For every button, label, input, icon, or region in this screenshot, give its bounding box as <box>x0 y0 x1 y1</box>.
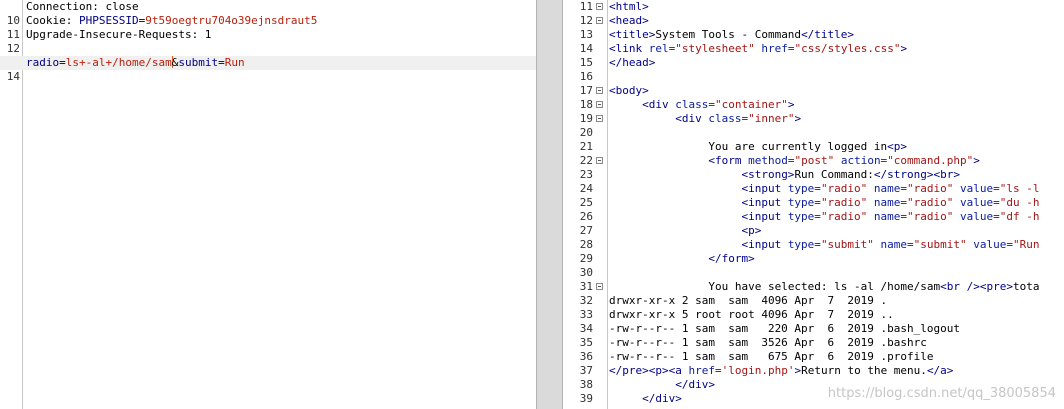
response-line: 32 drwxr-xr-x 2 sam sam 4096 Apr 7 2019 . <box>563 294 1064 308</box>
line-number: 37 <box>579 364 593 377</box>
response-line: 27 <p> <box>563 224 1064 238</box>
response-line: 24 <input type="radio" name="radio" valu… <box>563 182 1064 196</box>
response-line: 20 <box>563 126 1064 140</box>
response-line: 12 <head> <box>563 14 1064 28</box>
cookie-header: Cookie: <box>26 14 79 27</box>
request-lines: 10 Connection: close 11 Cookie: PHPSESSI… <box>0 0 536 83</box>
line-number: 21 <box>579 140 593 153</box>
response-line: 13 <title>System Tools - Command</title> <box>563 28 1064 42</box>
pane-splitter[interactable] <box>536 0 563 409</box>
ls-output-line: -rw-r--r-- 1 sam sam 220 Apr 6 2019 .bas… <box>609 322 960 335</box>
fold-toggle-icon[interactable] <box>596 3 603 10</box>
line-number: 31 <box>579 280 593 293</box>
request-text[interactable]: Connection: close <box>26 0 139 14</box>
line-number: 33 <box>579 308 593 321</box>
param-submit-name: submit <box>178 56 219 69</box>
line-number: 27 <box>579 224 593 237</box>
response-line: 36 -rw-r--r-- 1 sam sam 675 Apr 6 2019 .p… <box>563 350 1064 364</box>
response-line: 23 <strong>Run Command:</strong><br> <box>563 168 1064 182</box>
response-line: 15 </head> <box>563 56 1064 70</box>
fold-toggle-icon[interactable] <box>596 101 603 108</box>
line-number: 22 <box>579 154 593 167</box>
line-number: 23 <box>579 168 593 181</box>
request-line: 10 Connection: close <box>0 0 536 27</box>
response-line: 17 <body> <box>563 84 1064 98</box>
response-line: 14 <link rel="stylesheet" href="css/style… <box>563 42 1064 56</box>
response-line: 30 <box>563 266 1064 280</box>
line-number: 17 <box>579 84 593 97</box>
request-body[interactable]: radio=ls+-al+/home/sam&submit=Run <box>26 56 245 70</box>
request-line: 13 <box>0 42 536 69</box>
line-number: 11 <box>579 0 593 13</box>
param-submit-value: Run <box>224 56 245 69</box>
response-line: 29 </form> <box>563 252 1064 266</box>
line-number: 28 <box>579 238 593 251</box>
line-number: 20 <box>579 126 593 139</box>
response-line: 31 You have selected: ls -al /home/sam<b… <box>563 280 1064 294</box>
param-radio-name: radio <box>26 56 60 69</box>
response-line: 25 <input type="radio" name="radio" valu… <box>563 196 1064 210</box>
response-line: 34 -rw-r--r-- 1 sam sam 220 Apr 6 2019 .b… <box>563 322 1064 336</box>
request-line: 11 Cookie: PHPSESSID=9t59oegtru704o39ejn… <box>0 14 536 41</box>
fold-toggle-icon[interactable] <box>596 17 603 24</box>
request-line: 12 Upgrade-Insecure-Requests: 1 <box>0 28 536 55</box>
response-line: 18 <div class="container"> <box>563 98 1064 112</box>
line-number: 39 <box>579 392 593 405</box>
response-line: 37 </pre><p><a href='login.php'>Return to… <box>563 364 1064 378</box>
fold-toggle-icon[interactable] <box>596 157 603 164</box>
line-number: 15 <box>579 56 593 69</box>
fold-toggle-icon[interactable] <box>596 283 603 290</box>
response-line: 21 You are currently logged in<p> <box>563 140 1064 154</box>
line-number: 35 <box>579 336 593 349</box>
response-lines: 11 <html> 12 <head> 13 <title>System Tools … <box>563 0 1064 406</box>
response-line: 35 -rw-r--r-- 1 sam sam 3526 Apr 6 2019 .… <box>563 336 1064 350</box>
line-number: 24 <box>579 182 593 195</box>
fold-toggle-icon[interactable] <box>596 115 603 122</box>
response-editor[interactable]: 11 <html> 12 <head> 13 <title>System Tools … <box>563 0 1064 409</box>
fold-toggle-icon[interactable] <box>596 87 603 94</box>
line-number: 13 <box>579 28 593 41</box>
ls-output-line: drwxr-xr-x 2 sam sam 4096 Apr 7 2019 . <box>609 294 888 307</box>
line-number: 34 <box>579 322 593 335</box>
ls-output-line: -rw-r--r-- 1 sam sam 3526 Apr 6 2019 .ba… <box>609 336 927 349</box>
burp-message-editor: 10 Connection: close 11 Cookie: PHPSESSI… <box>0 0 1064 409</box>
request-editor[interactable]: 10 Connection: close 11 Cookie: PHPSESSI… <box>0 0 536 409</box>
line-number: 26 <box>579 210 593 223</box>
response-line: 16 <box>563 70 1064 84</box>
cookie-value: 9t59oegtru704o39ejnsdraut5 <box>145 14 318 27</box>
line-number: 30 <box>579 266 593 279</box>
response-line: 19 <div class="inner"> <box>563 112 1064 126</box>
line-number: 36 <box>579 350 593 363</box>
response-line: 33 drwxr-xr-x 5 root root 4096 Apr 7 2019… <box>563 308 1064 322</box>
ls-output-line: drwxr-xr-x 5 root root 4096 Apr 7 2019 .… <box>609 308 894 321</box>
line-number: 38 <box>579 378 593 391</box>
line-number: 19 <box>579 112 593 125</box>
cookie-name: PHPSESSID <box>78 14 139 27</box>
line-number: 18 <box>579 98 593 111</box>
head-tag: <head> <box>609 14 649 27</box>
line-number: 16 <box>579 70 593 83</box>
watermark: https://blog.csdn.net/qq_38005854 <box>827 386 1056 401</box>
request-line-current: 14 radio=ls+-al+/home/sam&submit=Run <box>0 56 536 83</box>
param-radio-value: ls+-al+/home/sam <box>65 56 172 69</box>
response-line: 22 <form method="post" action="command.p… <box>563 154 1064 168</box>
line-number: 14 <box>579 42 593 55</box>
request-text[interactable]: Upgrade-Insecure-Requests: 1 <box>26 28 211 42</box>
ls-output-line: -rw-r--r-- 1 sam sam 675 Apr 6 2019 .pro… <box>609 350 934 363</box>
response-line: 28 <input type="submit" name="submit" va… <box>563 238 1064 252</box>
request-text[interactable]: Cookie: PHPSESSID=9t59oegtru704o39ejnsdr… <box>26 14 317 28</box>
line-number: 14 <box>6 70 20 83</box>
line-number: 32 <box>579 294 593 307</box>
response-line: 11 <html> <box>563 0 1064 14</box>
html-tag: <html> <box>609 0 649 13</box>
line-number: 25 <box>579 196 593 209</box>
title-text: System Tools - Command <box>655 28 802 41</box>
line-number: 12 <box>579 14 593 27</box>
line-number: 29 <box>579 252 593 265</box>
response-line: 26 <input type="radio" name="radio" valu… <box>563 210 1064 224</box>
